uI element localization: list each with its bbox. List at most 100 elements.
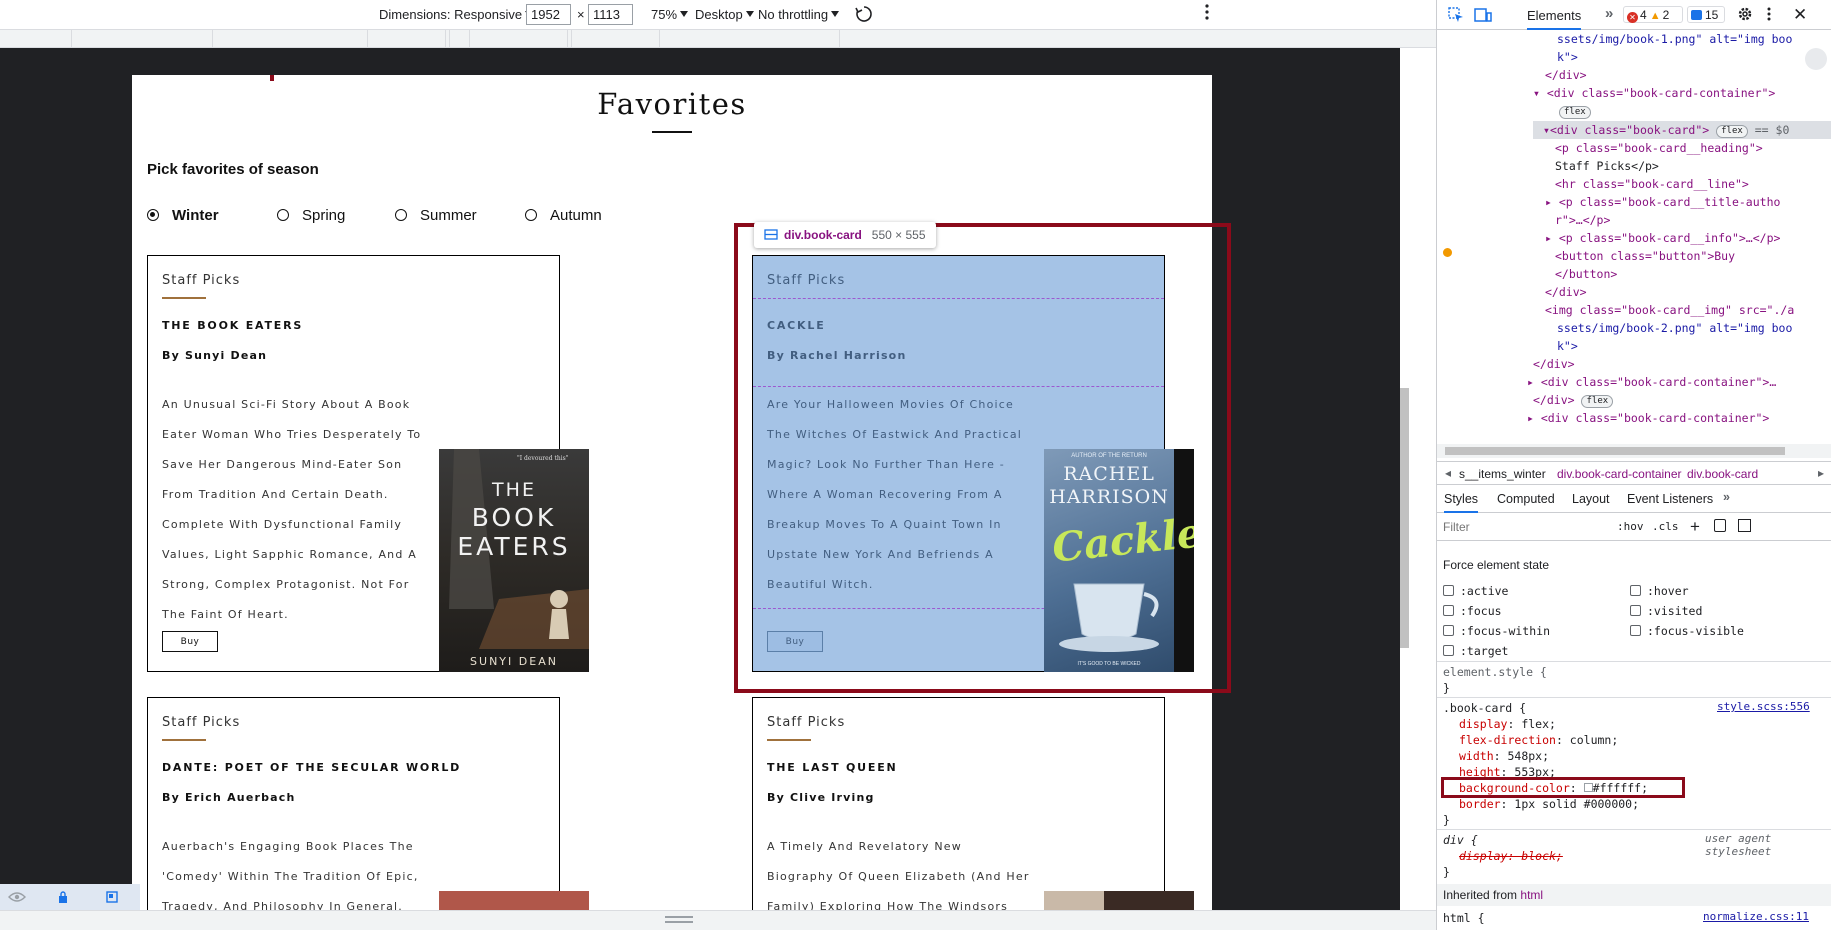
dimensions-dropdown[interactable]: Dimensions: Responsive	[379, 7, 534, 22]
dom-line[interactable]: <hr class="book-card__line">	[1555, 175, 1831, 193]
scrollbar-thumb[interactable]	[1400, 388, 1409, 648]
issues-badge[interactable]: ✕ 4 ▲ 2	[1623, 6, 1683, 23]
dom-line[interactable]: <button class="button">Buy	[1555, 247, 1831, 265]
tab-event-listeners[interactable]: Event Listeners	[1627, 492, 1713, 506]
crumb-item[interactable]: s__items_winter	[1459, 467, 1546, 481]
season-radio-spring[interactable]: Spring	[277, 207, 345, 224]
sidebar-toggle-icon[interactable]	[1738, 519, 1751, 532]
radio-icon	[525, 209, 537, 221]
dom-line[interactable]: </div> flex	[1533, 391, 1831, 409]
style-prop[interactable]: flex-direction: column;	[1437, 732, 1831, 748]
zoom-dropdown[interactable]: 75%	[651, 7, 689, 22]
settings-icon[interactable]	[1737, 6, 1753, 25]
message-icon	[1691, 10, 1702, 20]
card-info: An Unusual Sci-Fi Story About A Book Eat…	[162, 398, 422, 621]
horizontal-scrollbar[interactable]	[1437, 444, 1831, 458]
dom-line[interactable]: ▾ <div class="book-card-container">	[1533, 84, 1831, 102]
ua-prop[interactable]: display: block;	[1437, 848, 1831, 864]
dom-line[interactable]: </div>	[1545, 66, 1831, 84]
tab-styles[interactable]: Styles	[1444, 485, 1479, 513]
error-count: 4	[1640, 8, 1647, 22]
device-toolbar: Dimensions: Responsive × 75% Desktop No …	[0, 0, 1436, 30]
season-radio-winter[interactable]: Winter	[147, 207, 219, 224]
crumb-right-icon[interactable]: ▸	[1818, 466, 1824, 480]
cover-quote: "I devoured this"	[517, 455, 569, 462]
crumb-item[interactable]: div.book-card	[1687, 467, 1758, 481]
style-prop[interactable]: display: flex;	[1437, 716, 1831, 732]
state-checkbox-focus-visible[interactable]: :focus-visible	[1630, 624, 1744, 638]
inspect-element-icon[interactable]	[1448, 7, 1464, 26]
lock-icon[interactable]	[58, 890, 68, 908]
style-prop[interactable]: width: 548px;	[1437, 748, 1831, 764]
crumb-left-icon[interactable]: ◂	[1445, 466, 1451, 480]
device-dropdown[interactable]: Desktop	[695, 7, 754, 22]
dom-line[interactable]: ▸ <p class="book-card__info">…</p>	[1545, 229, 1831, 247]
accessibility-icon[interactable]	[1805, 48, 1827, 70]
cls-toggle[interactable]: .cls	[1652, 520, 1679, 533]
force-state-title: Force element state	[1443, 558, 1550, 572]
more-tabs-icon[interactable]: »	[1605, 5, 1613, 22]
zoom-label: 75%	[651, 7, 678, 22]
drawer-resizer[interactable]	[0, 910, 1436, 930]
viewport-scrollbar[interactable]	[1400, 48, 1436, 910]
style-prop[interactable]: border: 1px solid #000000;	[1437, 796, 1831, 812]
dom-line[interactable]: r">…</p>	[1555, 211, 1831, 229]
dom-line[interactable]: <p class="book-card__heading">	[1555, 139, 1831, 157]
highlight-annotation-box	[734, 223, 1231, 693]
dom-line[interactable]: ▸ <div class="book-card-container">…	[1527, 373, 1831, 391]
devtools-menu-icon[interactable]	[1767, 7, 1771, 24]
dom-line[interactable]: </button>	[1555, 265, 1831, 283]
tab-elements[interactable]: Elements	[1527, 0, 1582, 30]
season-label: Autumn	[550, 207, 602, 224]
flex-badge[interactable]: flex	[1559, 106, 1591, 119]
eye-icon[interactable]	[8, 890, 26, 908]
state-checkbox-visited[interactable]: :visited	[1630, 604, 1702, 618]
more-tabs-icon[interactable]: »	[1723, 490, 1730, 504]
dom-line[interactable]: ▸ <div class="book-card-container">	[1527, 409, 1831, 427]
close-icon[interactable]: ✕	[1793, 5, 1807, 25]
dom-line[interactable]: ssets/img/book-2.png" alt="img boo	[1557, 319, 1831, 337]
dom-line[interactable]: k">	[1557, 48, 1831, 66]
device-toggle-icon[interactable]	[1474, 7, 1492, 26]
dom-line[interactable]: flex	[1559, 102, 1831, 120]
filter-input[interactable]	[1443, 517, 1603, 537]
dom-line[interactable]: </div>	[1533, 355, 1831, 373]
season-label: Spring	[302, 207, 346, 224]
buy-button[interactable]: Buy	[162, 631, 218, 652]
dom-line[interactable]: <img class="book-card__img" src="./a	[1545, 301, 1831, 319]
season-radio-autumn[interactable]: Autumn	[525, 207, 602, 224]
state-checkbox-active[interactable]: :active	[1443, 584, 1508, 598]
rule-source-link[interactable]: style.scss:556	[1717, 700, 1810, 713]
add-rule-icon[interactable]: +	[1690, 517, 1700, 537]
hov-toggle[interactable]: :hov	[1617, 520, 1644, 533]
dom-line[interactable]: ▸ <p class="book-card__title-autho	[1545, 193, 1831, 211]
book-cover-book-eaters: "I devoured this" THE BOOK EATERS SUNYI …	[439, 449, 589, 672]
scrollbar-thumb[interactable]	[1445, 447, 1785, 455]
crumb-item[interactable]: div.book-card-container	[1557, 467, 1682, 481]
state-checkbox-hover[interactable]: :hover	[1630, 584, 1689, 598]
state-checkbox-focus-within[interactable]: :focus-within	[1443, 624, 1550, 638]
inherited-tag[interactable]: html	[1520, 888, 1543, 902]
element-style-rule[interactable]: element.style {	[1437, 664, 1831, 680]
normalize-link[interactable]: normalize.css:11	[1703, 910, 1809, 923]
season-radio-summer[interactable]: Summer	[395, 207, 477, 224]
width-input[interactable]	[526, 4, 571, 25]
messages-badge[interactable]: 15	[1687, 6, 1725, 23]
throttle-dropdown[interactable]: No throttling	[758, 7, 840, 22]
dom-line[interactable]: Staff Picks</p>	[1555, 157, 1831, 175]
rotate-icon[interactable]	[855, 5, 873, 26]
state-checkbox-target[interactable]: :target	[1443, 644, 1508, 658]
issue-dot-icon[interactable]	[1443, 248, 1452, 257]
device-mode-icon[interactable]	[106, 890, 118, 908]
tab-computed[interactable]: Computed	[1497, 492, 1555, 506]
style-palette-icon[interactable]	[1714, 519, 1726, 532]
dom-line[interactable]: k">	[1557, 337, 1831, 355]
tab-layout[interactable]: Layout	[1572, 492, 1610, 506]
dom-line[interactable]: </div>	[1545, 283, 1831, 301]
more-options-icon[interactable]	[1205, 4, 1209, 23]
dom-line[interactable]: ssets/img/book-1.png" alt="img boo	[1557, 30, 1831, 48]
state-checkbox-focus[interactable]: :focus	[1443, 604, 1502, 618]
dom-line-selected[interactable]: ▾<div class="book-card"> flex == $0	[1533, 121, 1831, 139]
height-input[interactable]	[588, 4, 633, 25]
media-query-ruler[interactable]	[0, 30, 1436, 48]
